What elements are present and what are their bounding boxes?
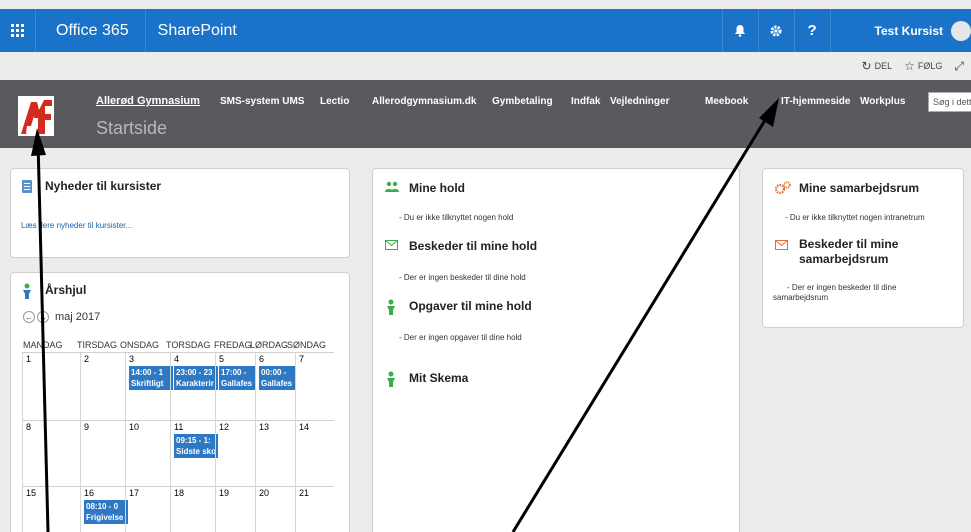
arrow-head-logo: [31, 128, 46, 156]
annotation-arrows: [31, 98, 779, 532]
sharepoint-page: Office 365 SharePoint ? Test Kursist ↻ D…: [0, 0, 971, 532]
